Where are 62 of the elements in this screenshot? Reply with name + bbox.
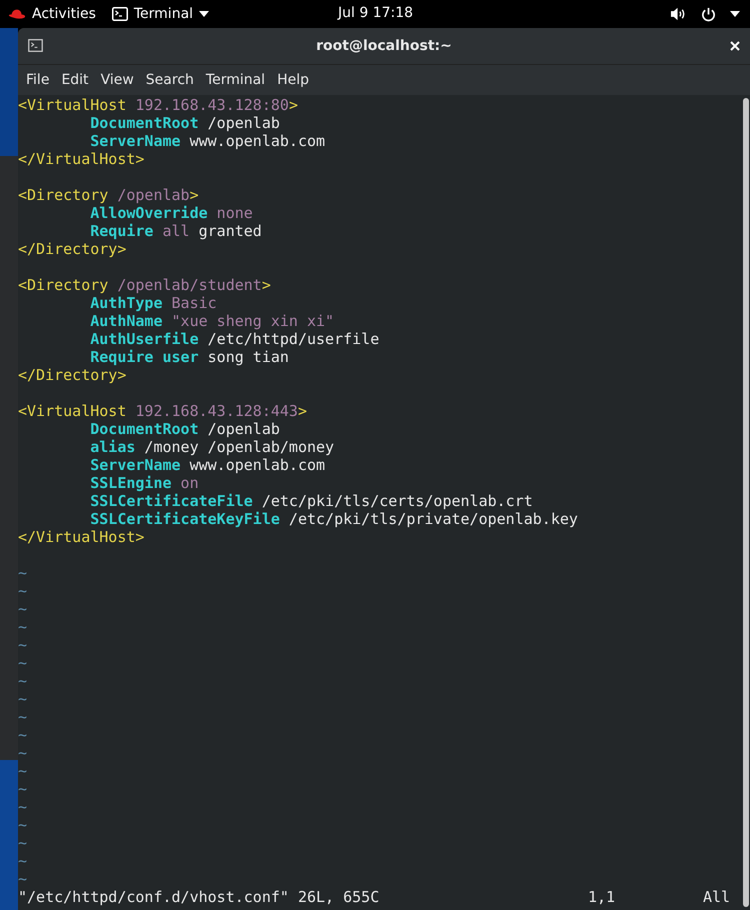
window-title: root@localhost:~ (316, 38, 452, 54)
tilde-marker: ~ (18, 708, 28, 726)
caret-icon[interactable] (730, 11, 740, 17)
tilde-marker: ~ (18, 870, 28, 888)
code-line: <VirtualHost 192.168.43.128:443> (18, 402, 307, 420)
tilde-marker: ~ (18, 690, 28, 708)
caret-icon (199, 11, 210, 17)
tilde-marker: ~ (18, 798, 28, 816)
cursor-position: 1,1 (588, 888, 616, 906)
menu-item[interactable]: Terminal (200, 70, 272, 90)
tilde-marker: ~ (18, 744, 28, 762)
code-line: SSLEngine on (90, 474, 199, 492)
tilde-marker: ~ (18, 654, 28, 672)
speaker-icon[interactable] (670, 7, 687, 21)
clock[interactable]: Jul 9 17:18 (338, 5, 414, 21)
tilde-marker: ~ (18, 816, 28, 834)
status-message: "/etc/httpd/conf.d/vhost.conf" 26L, 655C (18, 888, 380, 906)
tilde-marker: ~ (18, 582, 28, 600)
tilde-marker: ~ (18, 636, 28, 654)
code-line: </Directory> (18, 240, 126, 258)
tilde-marker: ~ (18, 672, 28, 690)
menu-item[interactable]: Help (271, 70, 315, 90)
code-line: </VirtualHost> (18, 150, 144, 168)
code-line: SSLCertificateKeyFile /etc/pki/tls/private/openlab.key (90, 510, 578, 528)
code-line: <Directory /openlab> (18, 186, 199, 204)
code-line: AuthType Basic (90, 294, 217, 312)
scroll-position: All (703, 888, 730, 906)
menu-item[interactable]: View (94, 70, 140, 90)
code-line: ServerName www.openlab.com (90, 456, 326, 474)
hat-icon (8, 8, 26, 20)
code-line: ServerName www.openlab.com (90, 132, 326, 150)
code-line: AuthName "xue sheng xin xi" (90, 312, 334, 330)
tilde-marker: ~ (18, 780, 28, 798)
code-line: DocumentRoot /openlab (90, 114, 280, 132)
tilde-marker: ~ (18, 726, 28, 744)
tilde-marker: ~ (18, 852, 28, 870)
code-line: SSLCertificateFile /etc/pki/tls/certs/openlab.crt (90, 492, 533, 510)
power-icon[interactable] (701, 6, 716, 22)
tilde-marker: ~ (18, 564, 28, 582)
code-line: </Directory> (18, 366, 126, 384)
menu-item[interactable]: File (20, 70, 56, 90)
code-line: Require all granted (90, 222, 262, 240)
app-menu[interactable]: Terminal (110, 4, 212, 24)
code-line: AllowOverride none (90, 204, 253, 222)
close-icon[interactable] (730, 41, 740, 51)
code-line: <Directory /openlab/student> (18, 276, 271, 294)
terminal-icon (28, 39, 43, 52)
menu-item[interactable]: Edit (55, 70, 95, 90)
tilde-marker: ~ (18, 834, 28, 852)
code-line: alias /money /openlab/money (90, 438, 334, 456)
scrollbar[interactable] (742, 95, 750, 910)
code-line: DocumentRoot /openlab (90, 420, 280, 438)
code-line: <VirtualHost 192.168.43.128:80> (18, 96, 298, 114)
activities-button[interactable]: Activities (6, 4, 98, 24)
menu-item[interactable]: Search (140, 70, 200, 90)
tilde-marker: ~ (18, 600, 28, 618)
terminal-icon (112, 7, 128, 21)
code-line: Require user song tian (90, 348, 289, 366)
code-line: </VirtualHost> (18, 528, 144, 546)
code-line: AuthUserfile /etc/httpd/userfile (90, 330, 380, 348)
tilde-marker: ~ (18, 762, 28, 780)
tilde-marker: ~ (18, 618, 28, 636)
